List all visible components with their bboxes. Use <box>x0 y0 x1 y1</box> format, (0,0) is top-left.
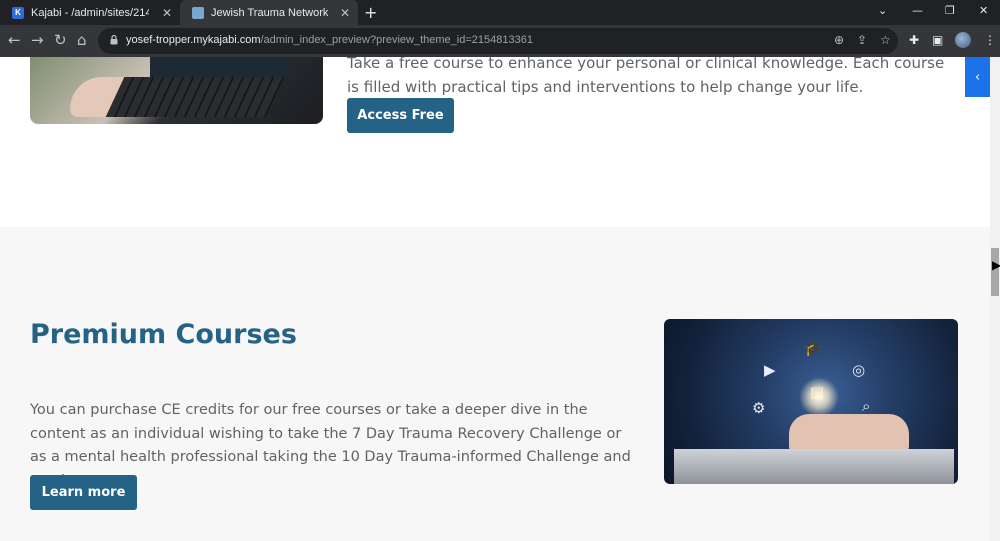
laptop-screen-shape <box>150 57 290 77</box>
chevron-left-icon: ‹ <box>974 69 981 85</box>
window-close-icon[interactable]: ✕ <box>979 4 988 17</box>
back-icon[interactable]: ← <box>8 32 21 48</box>
premium-courses-image: 🎓 ▶ ◎ ⚙ ⌕ ▤ <box>664 319 958 484</box>
url-text: yosef-tropper.mykajabi.com/admin_index_p… <box>126 34 533 46</box>
menu-kebab-icon[interactable]: ⋮ <box>984 33 996 47</box>
reload-icon[interactable]: ↻ <box>54 32 67 48</box>
graduation-cap-icon: 🎓 <box>804 339 823 357</box>
minimize-icon[interactable]: — <box>912 4 923 17</box>
lock-icon <box>110 35 118 45</box>
tab-close-icon[interactable]: ✕ <box>162 6 172 20</box>
video-play-icon: ▶ <box>764 361 776 379</box>
profile-avatar[interactable] <box>955 32 971 48</box>
zoom-icon[interactable]: ⊕ <box>834 33 844 47</box>
extensions-icon[interactable]: ✚ <box>909 33 919 47</box>
forward-icon[interactable]: → <box>31 32 44 48</box>
url-path: /admin_index_preview?preview_theme_id=21… <box>260 34 533 46</box>
laptop-keyboard-shape <box>105 77 285 117</box>
restore-icon[interactable]: ❐ <box>945 4 955 17</box>
new-tab-icon[interactable]: + <box>364 3 377 22</box>
scrollbar-thumb[interactable] <box>991 248 999 296</box>
premium-courses-section: Premium Courses You can purchase CE cred… <box>0 227 990 541</box>
free-course-description: Take a free course to enhance your perso… <box>347 57 945 96</box>
tab-title: Jewish Trauma Network <box>211 6 329 19</box>
browser-tab-bar: K Kajabi - /admin/sites/21477768 ✕ Jewis… <box>0 0 1000 25</box>
tab-title: Kajabi - /admin/sites/21477768 <box>31 6 149 19</box>
magnifier-icon: ⌕ <box>862 397 871 415</box>
home-icon[interactable]: ⌂ <box>77 32 87 48</box>
side-panel-icon[interactable]: ▣ <box>932 33 943 47</box>
page-content: Take a free course to enhance your perso… <box>0 57 990 541</box>
address-bar[interactable]: yosef-tropper.mykajabi.com/admin_index_p… <box>98 28 898 54</box>
book-icon: ▤ <box>810 383 825 401</box>
browser-tab-kajabi[interactable]: K Kajabi - /admin/sites/21477768 ✕ <box>0 0 180 25</box>
learn-more-button[interactable]: Learn more <box>30 475 137 510</box>
tab-search-icon[interactable]: ⌄ <box>878 4 887 17</box>
hand-shape <box>789 414 909 454</box>
site-favicon-icon <box>192 6 204 19</box>
access-free-button[interactable]: Access Free <box>347 98 454 133</box>
page-scrollbar[interactable] <box>990 57 1000 541</box>
collapse-panel-tab[interactable]: ‹ <box>965 57 990 97</box>
browser-toolbar: ← → ↻ ⌂ yosef-tropper.mykajabi.com/admin… <box>0 25 1000 57</box>
browser-tab-jewish-trauma-network[interactable]: Jewish Trauma Network ✕ <box>180 0 358 25</box>
target-icon: ◎ <box>852 361 866 379</box>
bookmark-star-icon[interactable]: ☆ <box>880 33 891 47</box>
kajabi-favicon-icon: K <box>12 6 24 19</box>
laptop-shape <box>674 449 954 484</box>
mouse-cursor-icon: ▶ <box>992 258 1000 272</box>
tab-close-icon[interactable]: ✕ <box>340 6 350 20</box>
gear-icon: ⚙ <box>752 399 766 417</box>
premium-courses-title: Premium Courses <box>30 319 297 350</box>
free-course-laptop-image <box>30 57 323 124</box>
url-host: yosef-tropper.mykajabi.com <box>126 34 261 46</box>
share-icon[interactable]: ⇪ <box>857 33 867 47</box>
